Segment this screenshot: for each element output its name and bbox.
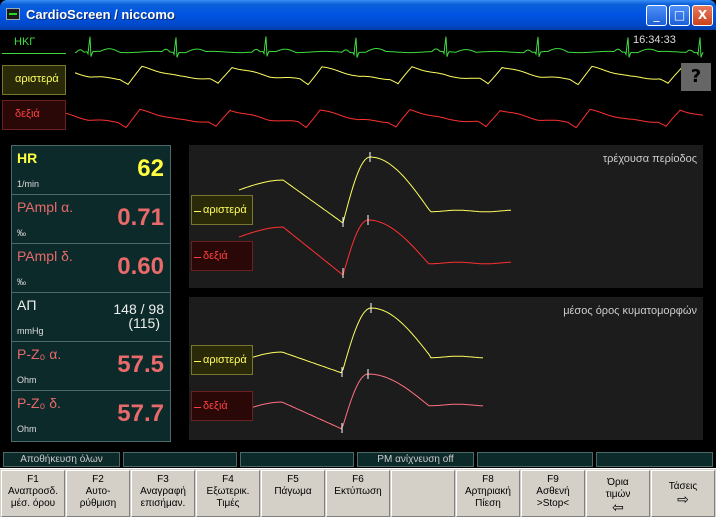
channel-label-ecg[interactable]: HKΓ bbox=[2, 32, 66, 54]
current-right-label[interactable]: δεξιά bbox=[191, 241, 253, 271]
average-left-label[interactable]: αριστερά bbox=[191, 345, 253, 375]
trends-button[interactable]: Τάσεις ⇨ bbox=[651, 470, 715, 517]
f4-key: F4 bbox=[222, 474, 234, 485]
close-button[interactable]: X bbox=[692, 5, 713, 26]
current-right-curve bbox=[238, 219, 512, 276]
pampl-left-value: 0.71 bbox=[117, 204, 164, 231]
pz0-left-cell: P-Z₀ α. Ohm 57.5 bbox=[12, 342, 170, 391]
f5-button[interactable]: F5 Πάγωμα bbox=[261, 470, 325, 517]
pampl-right-name: PAmpl δ. bbox=[17, 248, 73, 264]
f5-key: F5 bbox=[287, 474, 299, 485]
live-waveform-area: HKΓ αριστερά δεξιά 16:34:33 ? bbox=[0, 30, 716, 142]
help-button[interactable]: ? bbox=[681, 63, 711, 91]
current-period-panel: τρέχουσα περίοδος αριστερά δεξιά bbox=[189, 145, 703, 288]
f3-label: Αναγραφή επισήμαν. bbox=[140, 486, 186, 509]
average-right-label[interactable]: δεξιά bbox=[191, 391, 253, 421]
live-waveforms bbox=[49, 36, 704, 129]
status-bar: Αποθήκευση όλων PM ανίχνευση off bbox=[0, 451, 716, 468]
average-waveform-plot bbox=[238, 303, 484, 433]
hr-cell: HR 1/min 62 bbox=[12, 146, 170, 195]
f8-key: F8 bbox=[482, 474, 494, 485]
f3-button[interactable]: F3 Αναγραφή επισήμαν. bbox=[131, 470, 195, 517]
f2-label: Αυτο- ρύθμιση bbox=[79, 486, 117, 509]
pz0-left-value: 57.5 bbox=[117, 351, 164, 378]
f9-button[interactable]: F9 Ασθενή >Stop< bbox=[521, 470, 585, 517]
hr-unit: 1/min bbox=[17, 179, 40, 189]
left-impedance-trace bbox=[74, 65, 704, 86]
bp-mean: (115) bbox=[128, 315, 160, 331]
current-left-label[interactable]: αριστερά bbox=[191, 195, 253, 225]
window-title: CardioScreen / niccomo bbox=[26, 7, 175, 22]
save-all-status[interactable]: Αποθήκευση όλων bbox=[3, 452, 120, 467]
limits-label: Όρια τιμών bbox=[605, 477, 631, 500]
pz0-right-value: 57.7 bbox=[117, 400, 164, 427]
pampl-right-value: 0.60 bbox=[117, 253, 164, 280]
f9-key: F9 bbox=[547, 474, 559, 485]
minimize-button[interactable]: _ bbox=[646, 5, 667, 26]
channel-label-left[interactable]: αριστερά bbox=[2, 65, 66, 95]
status-cell-3 bbox=[240, 452, 354, 467]
current-period-plot bbox=[238, 152, 512, 278]
f7-button[interactable] bbox=[391, 470, 455, 517]
bp-name: ΑΠ bbox=[17, 297, 37, 313]
status-cell-6 bbox=[596, 452, 713, 467]
ecg-trace bbox=[75, 36, 704, 58]
arrow-left-icon: ⇦ bbox=[612, 499, 624, 515]
current-left-curve bbox=[238, 156, 512, 224]
f5-label: Πάγωμα bbox=[274, 486, 312, 497]
status-cell-5 bbox=[477, 452, 593, 467]
f8-button[interactable]: F8 Αρτηριακή Πίεση bbox=[456, 470, 520, 517]
pz0-left-name: P-Z₀ α. bbox=[17, 346, 62, 362]
f6-key: F6 bbox=[352, 474, 364, 485]
pz0-right-name: P-Z₀ δ. bbox=[17, 395, 61, 411]
pampl-left-unit: ‰ bbox=[17, 228, 26, 238]
f1-button[interactable]: F1 Αναπροσδ. μέσ. όρου bbox=[1, 470, 65, 517]
hr-name: HR bbox=[17, 150, 38, 166]
f4-label: Εξωτερικ. Τιμές bbox=[206, 486, 250, 509]
pm-detection-status: PM ανίχνευση off bbox=[357, 452, 474, 467]
maximize-button[interactable]: □ bbox=[669, 5, 690, 26]
pampl-left-cell: PAmpl α. ‰ 0.71 bbox=[12, 195, 170, 244]
channel-label-right[interactable]: δεξιά bbox=[2, 100, 66, 130]
clock: 16:34:33 bbox=[633, 34, 676, 46]
f8-label: Αρτηριακή Πίεση bbox=[465, 486, 511, 509]
f2-key: F2 bbox=[92, 474, 104, 485]
values-panel: HR 1/min 62 PAmpl α. ‰ 0.71 PAmpl δ. ‰ 0… bbox=[11, 145, 171, 442]
right-impedance-trace bbox=[49, 108, 704, 129]
f4-button[interactable]: F4 Εξωτερικ. Τιμές bbox=[196, 470, 260, 517]
pz0-right-cell: P-Z₀ δ. Ohm 57.7 bbox=[12, 391, 170, 439]
arrow-right-icon: ⇨ bbox=[677, 491, 689, 507]
f6-label: Εκτύπωση bbox=[334, 486, 382, 497]
average-waveform-panel: μέσος όρος κυματομορφών αριστερά δεξιά bbox=[189, 297, 703, 440]
f2-button[interactable]: F2 Αυτο- ρύθμιση bbox=[66, 470, 130, 517]
f6-button[interactable]: F6 Εκτύπωση bbox=[326, 470, 390, 517]
f1-key: F1 bbox=[27, 474, 39, 485]
status-cell-2 bbox=[123, 452, 237, 467]
function-key-bar: F1 Αναπροσδ. μέσ. όρου F2 Αυτο- ρύθμιση … bbox=[0, 468, 716, 517]
average-right-curve bbox=[238, 373, 484, 430]
f9-label: Ασθενή >Stop< bbox=[536, 486, 570, 509]
bp-unit: mmHg bbox=[17, 326, 44, 336]
pz0-left-unit: Ohm bbox=[17, 375, 37, 385]
app-icon bbox=[6, 8, 20, 20]
blood-pressure-cell: ΑΠ mmHg 148 / 98 (115) bbox=[12, 293, 170, 342]
limits-button[interactable]: Όρια τιμών ⇦ bbox=[586, 470, 650, 517]
f3-key: F3 bbox=[157, 474, 169, 485]
pampl-right-unit: ‰ bbox=[17, 277, 26, 287]
pz0-right-unit: Ohm bbox=[17, 424, 37, 434]
f1-label: Αναπροσδ. μέσ. όρου bbox=[8, 486, 58, 509]
hr-value: 62 bbox=[137, 155, 164, 182]
pampl-left-name: PAmpl α. bbox=[17, 199, 74, 215]
title-bar: CardioScreen / niccomo _ □ X bbox=[0, 0, 716, 30]
pampl-right-cell: PAmpl δ. ‰ 0.60 bbox=[12, 244, 170, 293]
average-left-curve bbox=[238, 307, 484, 374]
